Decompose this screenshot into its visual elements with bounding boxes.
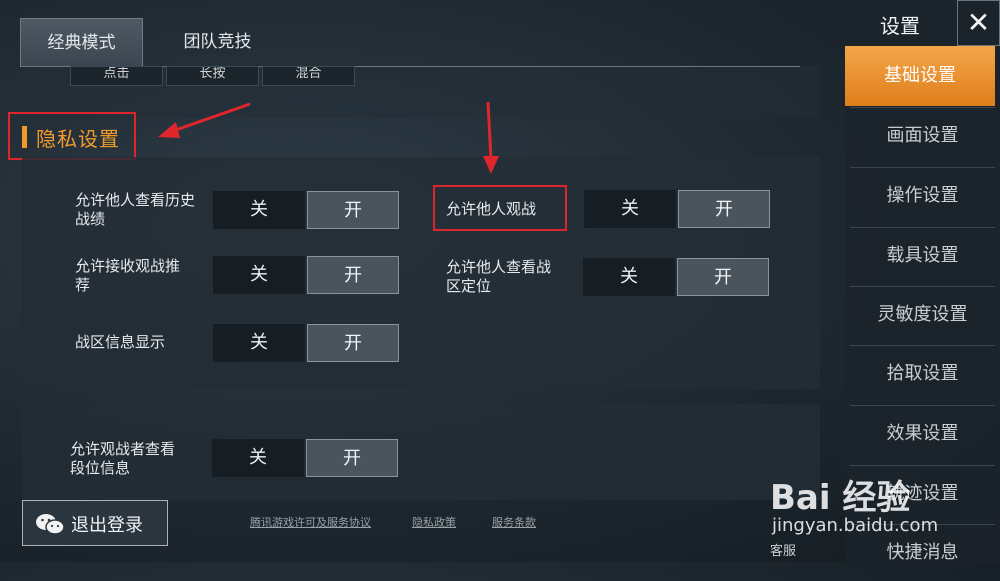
sidebar-title: 设置 [880,14,920,38]
arrow-head-down [483,156,499,174]
sidebar-item-effects[interactable]: 效果设置 [850,405,995,462]
baidu-watermark-url: jingyan.baidu.com [772,515,939,536]
license-link[interactable]: 腾讯游戏许可及服务协议 [250,514,371,530]
baidu-watermark-logo: Bai 经验 [770,478,911,518]
support-button[interactable]: 客服 [770,540,796,559]
sidebar-item-basic[interactable]: 基础设置 [845,46,995,106]
sidebar-item-vehicle[interactable]: 载具设置 [850,227,995,284]
close-button[interactable]: ✕ [957,0,1000,46]
sidebar-item-sensitivity[interactable]: 灵敏度设置 [850,286,995,343]
logout-button[interactable]: 退出登录 [22,500,168,546]
wechat-icon [36,514,65,535]
arrow-head-left [158,122,180,138]
sidebar-item-controls[interactable]: 操作设置 [850,167,995,224]
logout-label: 退出登录 [71,515,143,536]
sidebar-item-pickup[interactable]: 拾取设置 [850,345,995,402]
sidebar-item-graphics[interactable]: 画面设置 [850,107,995,164]
privacy-policy-link[interactable]: 隐私政策 [412,514,456,530]
terms-link[interactable]: 服务条款 [492,514,536,530]
